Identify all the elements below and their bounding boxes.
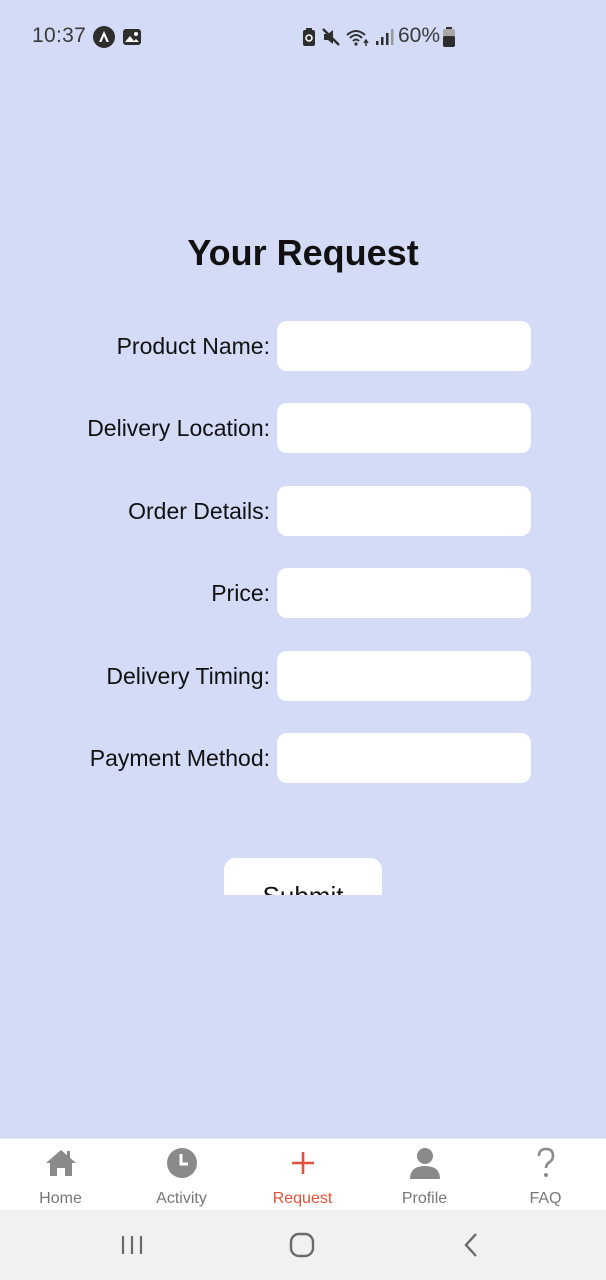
submit-button[interactable]: Submit [224, 858, 382, 895]
mute-icon [320, 26, 342, 48]
plus-icon [285, 1145, 321, 1181]
app-icon [93, 26, 115, 48]
form-row-delivery-location: Delivery Location: [0, 403, 606, 453]
bottom-tab-bar: Home Activity Request Profile FAQ [0, 1138, 606, 1210]
form-row-product-name: Product Name: [0, 321, 606, 371]
product-name-input[interactable] [277, 321, 531, 371]
delivery-location-label: Delivery Location: [87, 415, 270, 441]
question-icon [528, 1145, 564, 1181]
tab-faq-label: FAQ [529, 1190, 562, 1207]
payment-method-input[interactable] [277, 733, 531, 783]
tab-request[interactable]: Request [242, 1139, 363, 1211]
form-row-price: Price: [0, 568, 606, 618]
status-bar: 10:37 60% [0, 0, 606, 72]
image-icon [121, 26, 143, 48]
tab-profile[interactable]: Profile [364, 1139, 485, 1211]
payment-method-label: Payment Method: [89, 745, 270, 771]
tab-activity[interactable]: Activity [121, 1139, 242, 1211]
wifi-icon [345, 26, 371, 48]
tab-home-label: Home [39, 1190, 82, 1207]
delivery-timing-input[interactable] [277, 651, 531, 701]
order-details-label: Order Details: [128, 498, 270, 524]
tab-faq[interactable]: FAQ [485, 1139, 606, 1211]
order-details-input[interactable] [277, 486, 531, 536]
tab-request-label: Request [272, 1190, 333, 1207]
tab-profile-label: Profile [401, 1190, 448, 1207]
price-input[interactable] [277, 568, 531, 618]
home-icon [43, 1145, 79, 1181]
page-title: Your Request [187, 232, 419, 273]
system-navigation-bar [0, 1210, 606, 1280]
delivery-timing-label: Delivery Timing: [106, 663, 270, 689]
person-icon [407, 1145, 443, 1181]
tab-activity-label: Activity [156, 1190, 207, 1207]
battery-saver-icon [298, 26, 320, 48]
home-button-icon[interactable] [285, 1228, 319, 1262]
clock-icon [164, 1145, 200, 1181]
battery-percent: 60% [398, 24, 441, 47]
form-row-delivery-timing: Delivery Timing: [0, 651, 606, 701]
price-label: Price: [211, 580, 270, 606]
product-name-label: Product Name: [116, 333, 270, 359]
recent-apps-icon[interactable] [115, 1228, 149, 1262]
tab-home[interactable]: Home [0, 1139, 121, 1211]
submit-button-container: Submit [224, 858, 382, 895]
back-icon[interactable] [455, 1228, 489, 1262]
delivery-location-input[interactable] [277, 403, 531, 453]
form-row-order-details: Order Details: [0, 486, 606, 536]
status-time: 10:37 [32, 24, 87, 47]
signal-icon [373, 26, 395, 48]
form-row-payment-method: Payment Method: [0, 733, 606, 783]
battery-icon [442, 26, 456, 48]
